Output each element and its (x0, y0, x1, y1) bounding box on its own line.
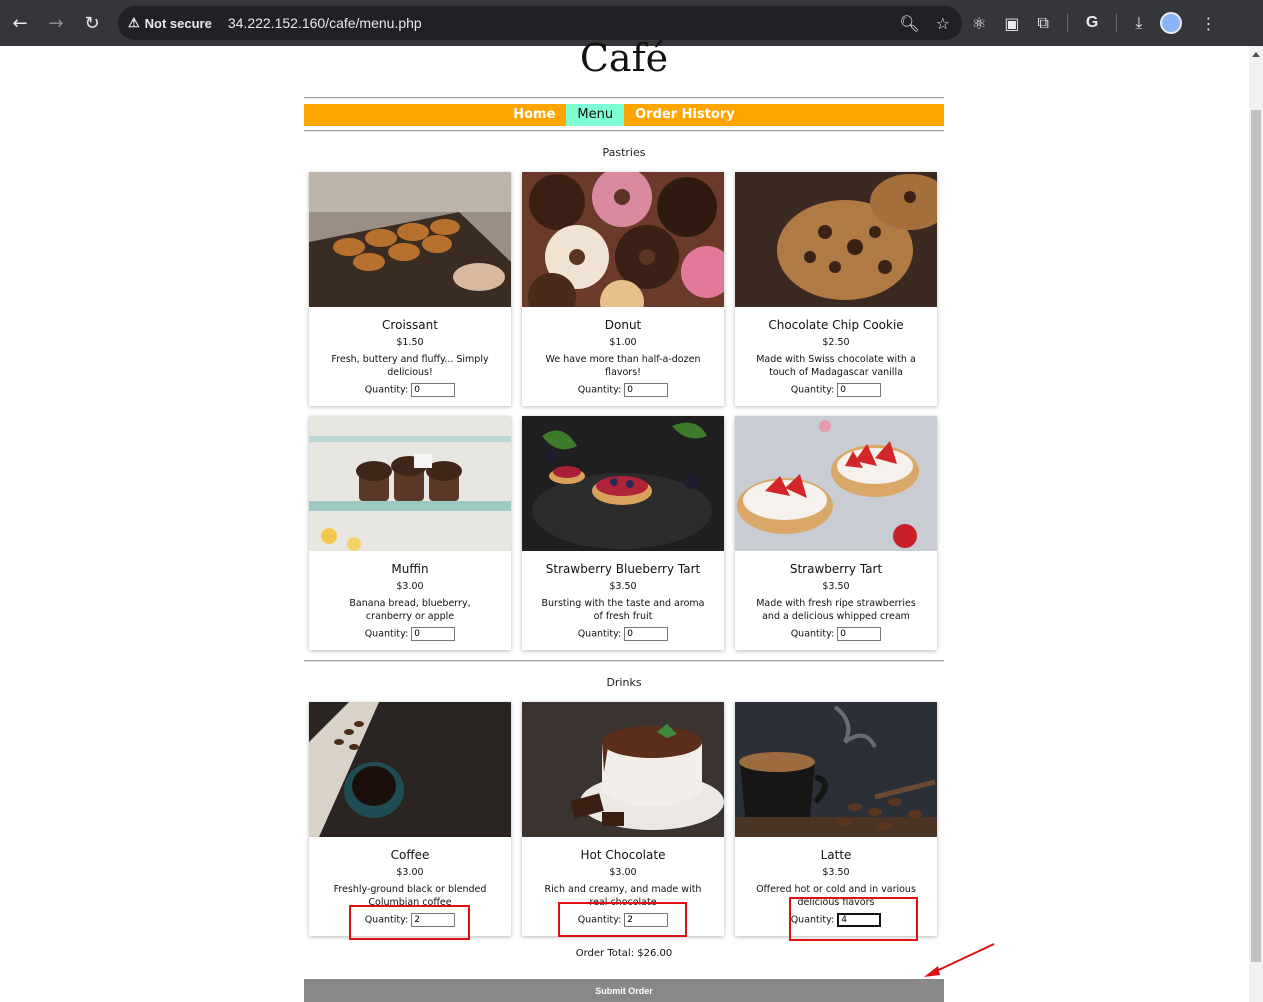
quantity-label: Quantity: (364, 384, 409, 396)
product-price: $1.50 (396, 337, 424, 348)
scroll-up-icon[interactable] (1252, 52, 1260, 57)
security-label: Not secure (144, 15, 212, 31)
section-title-drinks: Drinks (606, 676, 642, 689)
scroll-thumb[interactable] (1251, 110, 1261, 962)
quantity-row: Quantity: (309, 627, 511, 641)
forward-icon[interactable]: → (38, 5, 74, 41)
product-name: Hot Chocolate (580, 848, 666, 862)
bookmark-star-icon[interactable]: ☆ (936, 14, 950, 33)
product-card-chocolate-chip-cookie: Chocolate Chip Cookie $2.50 Made with Sw… (735, 172, 937, 406)
product-price: $3.00 (609, 867, 637, 878)
reload-icon[interactable]: ↻ (74, 5, 110, 41)
nav-order-history[interactable]: Order History (624, 104, 746, 126)
quantity-row: Quantity: (735, 383, 937, 397)
product-price: $3.00 (396, 581, 424, 592)
google-icon[interactable]: G (1086, 14, 1098, 32)
cookie-image (735, 172, 937, 307)
product-price: $1.00 (609, 337, 637, 348)
submit-order-button[interactable]: Submit Order (304, 979, 944, 1002)
address-bar[interactable]: ⚠ Not secure 34.222.152.160/cafe/menu.ph… (118, 6, 962, 40)
product-card-strawberry-tart: Strawberry Tart $3.50 Made with fresh ri… (735, 416, 937, 650)
toolbar-divider (1066, 14, 1068, 32)
product-description: Made with Swiss chocolate with a touch o… (756, 354, 916, 378)
quantity-input-muffin[interactable] (411, 627, 456, 641)
quantity-row: Quantity: (735, 627, 937, 641)
product-name: Coffee (390, 848, 430, 862)
quantity-label: Quantity: (790, 384, 835, 396)
order-total: Order Total: $26.00 (575, 948, 673, 959)
product-name: Croissant (382, 318, 438, 332)
quantity-row: Quantity: (522, 383, 724, 397)
section-title-pastries: Pastries (602, 146, 646, 159)
product-name: Donut (604, 318, 642, 332)
site-nav: Home Menu Order History (304, 104, 944, 126)
coffee-image (309, 702, 511, 837)
quantity-label: Quantity: (790, 628, 835, 640)
page-scrollbar[interactable] (1249, 46, 1263, 1002)
react-devtools-icon[interactable]: ⚛ (972, 14, 986, 33)
quantity-input-strawberry-blueberry-tart[interactable] (624, 627, 669, 641)
muffin-image (309, 416, 511, 551)
annotation-box-hot-chocolate-quantity (558, 902, 687, 937)
menu-kebab-icon[interactable]: ⋮ (1200, 14, 1216, 33)
product-name: Latte (820, 848, 852, 862)
annotation-arrow (924, 943, 995, 977)
extensions-icon[interactable]: ⧉ (1037, 13, 1048, 33)
product-name: Muffin (391, 562, 429, 576)
quantity-label: Quantity: (577, 628, 622, 640)
product-price: $3.50 (609, 581, 637, 592)
strawberry-blueberry-tart-image (522, 416, 724, 551)
quantity-label: Quantity: (364, 628, 409, 640)
quantity-row: Quantity: (309, 383, 511, 397)
hot-chocolate-image (522, 702, 724, 837)
divider (304, 97, 944, 99)
warning-icon: ⚠ (128, 15, 140, 30)
divider (304, 130, 944, 132)
croissant-image (309, 172, 511, 307)
toolbar-divider (1116, 14, 1118, 32)
quantity-input-croissant[interactable] (411, 383, 456, 397)
annotation-box-latte-quantity (789, 897, 918, 941)
product-card-strawberry-blueberry-tart: Strawberry Blueberry Tart $3.50 Bursting… (522, 416, 724, 650)
product-card-hot-chocolate: Hot Chocolate $3.00 Rich and creamy, and… (522, 702, 724, 936)
product-description: Bursting with the taste and aroma of fre… (541, 598, 705, 622)
product-description: We have more than half-a-dozen flavors! (545, 354, 701, 378)
product-name: Strawberry Blueberry Tart (545, 562, 701, 576)
product-card-coffee: Coffee $3.00 Freshly-ground black or ble… (309, 702, 511, 936)
product-description: Fresh, buttery and fluffy... Simply deli… (331, 354, 489, 378)
quantity-input-chocolate-chip-cookie[interactable] (837, 383, 882, 397)
nav-home[interactable]: Home (502, 104, 566, 126)
quantity-input-strawberry-tart[interactable] (837, 627, 882, 641)
site-title: Café (579, 36, 669, 80)
quantity-input-donut[interactable] (624, 383, 669, 397)
product-price: $3.50 (822, 867, 850, 878)
strawberry-tart-image (735, 416, 937, 551)
product-card-croissant: Croissant $1.50 Fresh, buttery and fluff… (309, 172, 511, 406)
security-chip[interactable]: ⚠ Not secure (128, 15, 222, 31)
product-card-donut: Donut $1.00 We have more than half-a-doz… (522, 172, 724, 406)
back-icon[interactable]: ← (2, 5, 38, 41)
product-name: Chocolate Chip Cookie (768, 318, 904, 332)
divider (304, 660, 944, 662)
latte-image (735, 702, 937, 837)
product-description: Banana bread, blueberry, cranberry or ap… (349, 598, 471, 622)
product-card-muffin: Muffin $3.00 Banana bread, blueberry, cr… (309, 416, 511, 650)
product-price: $3.00 (396, 867, 424, 878)
download-icon[interactable]: ⤓ (1135, 13, 1142, 33)
product-description: Made with fresh ripe strawberries and a … (756, 598, 916, 622)
nav-menu[interactable]: Menu (566, 104, 625, 126)
product-price: $2.50 (822, 337, 850, 348)
donut-image (522, 172, 724, 307)
quantity-row: Quantity: (522, 627, 724, 641)
product-price: $3.50 (822, 581, 850, 592)
quantity-label: Quantity: (577, 384, 622, 396)
url-text[interactable]: 34.222.152.160/cafe/menu.php (228, 15, 422, 31)
product-name: Strawberry Tart (789, 562, 883, 576)
zoom-icon[interactable]: 🔍︎ (899, 14, 919, 33)
profile-avatar[interactable] (1160, 12, 1183, 34)
annotation-box-coffee-quantity (349, 905, 470, 940)
translate-icon[interactable]: ▣ (1004, 14, 1019, 33)
